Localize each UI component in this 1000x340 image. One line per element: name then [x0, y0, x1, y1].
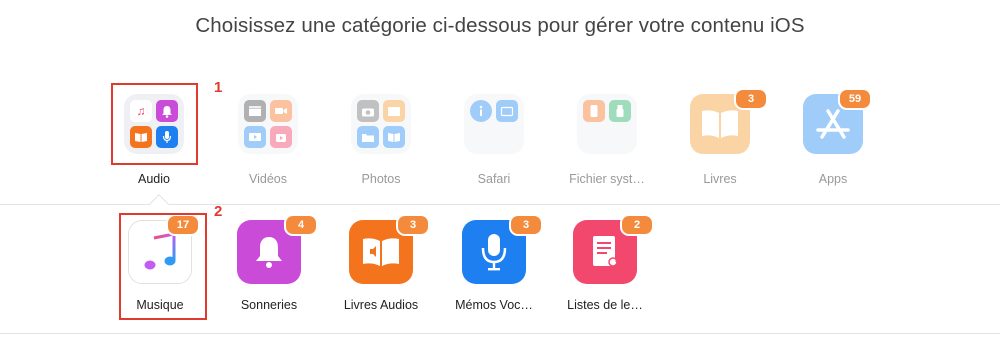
safari-folder-icon — [464, 94, 524, 154]
subcategory-label: Livres Audios — [343, 298, 419, 312]
voice-memos-count-badge: 3 — [509, 214, 543, 236]
photo-album-mini-icon — [383, 100, 405, 122]
subcategory-label: Sonneries — [240, 298, 298, 312]
annotation-number-1: 1 — [214, 79, 223, 96]
category-photos[interactable]: Photos — [326, 92, 436, 192]
category-books[interactable]: 3 Livres — [665, 88, 775, 192]
category-label: Livres — [703, 172, 737, 186]
clapper-mini-icon — [244, 100, 266, 122]
tv-mini-icon — [244, 126, 266, 148]
apps-count-badge: 59 — [838, 88, 872, 110]
ringtones-count-badge: 4 — [284, 214, 318, 236]
info-mini-icon — [470, 100, 492, 122]
category-label: Safari — [477, 172, 511, 186]
category-apps[interactable]: 59 Apps — [778, 88, 888, 192]
system-files-folder-icon — [577, 94, 637, 154]
category-label: Fichier syst… — [569, 172, 645, 186]
album-mini-icon — [383, 126, 405, 148]
highlight-box-music — [119, 213, 207, 320]
videos-folder-icon — [238, 94, 298, 154]
category-system-files[interactable]: Fichier syst… — [552, 92, 662, 192]
folder-mini-icon — [357, 126, 379, 148]
category-label: Vidéos — [249, 172, 287, 186]
category-videos[interactable]: Vidéos — [213, 92, 323, 192]
audiobooks-count-badge: 3 — [396, 214, 430, 236]
phone-mini-icon — [583, 100, 605, 122]
photos-folder-icon — [351, 94, 411, 154]
subcategory-voice-memos[interactable]: 3 Mémos Voc… — [434, 214, 554, 324]
playlists-count-badge: 2 — [620, 214, 654, 236]
camera-mini-icon — [357, 100, 379, 122]
camera-mini-icon — [270, 100, 292, 122]
bookmark-mini-icon — [496, 100, 518, 122]
subcategory-label: Listes de le… — [567, 298, 643, 312]
usb-mini-icon — [609, 100, 631, 122]
subcategory-playlists[interactable]: 2 Listes de le… — [545, 214, 665, 324]
category-label: Apps — [818, 172, 848, 186]
category-label: Audio — [138, 172, 170, 186]
annotation-number-2: 2 — [214, 203, 223, 220]
books-count-badge: 3 — [734, 88, 768, 110]
bottom-divider — [0, 333, 1000, 334]
category-safari[interactable]: Safari — [439, 92, 549, 192]
subcategory-audiobooks[interactable]: 3 Livres Audios — [321, 214, 441, 324]
video-bag-mini-icon — [270, 126, 292, 148]
subcategory-ringtones[interactable]: 4 Sonneries — [209, 214, 329, 324]
subcategory-label: Mémos Voc… — [455, 298, 533, 312]
category-label: Photos — [361, 172, 401, 186]
highlight-box-audio — [111, 83, 198, 165]
